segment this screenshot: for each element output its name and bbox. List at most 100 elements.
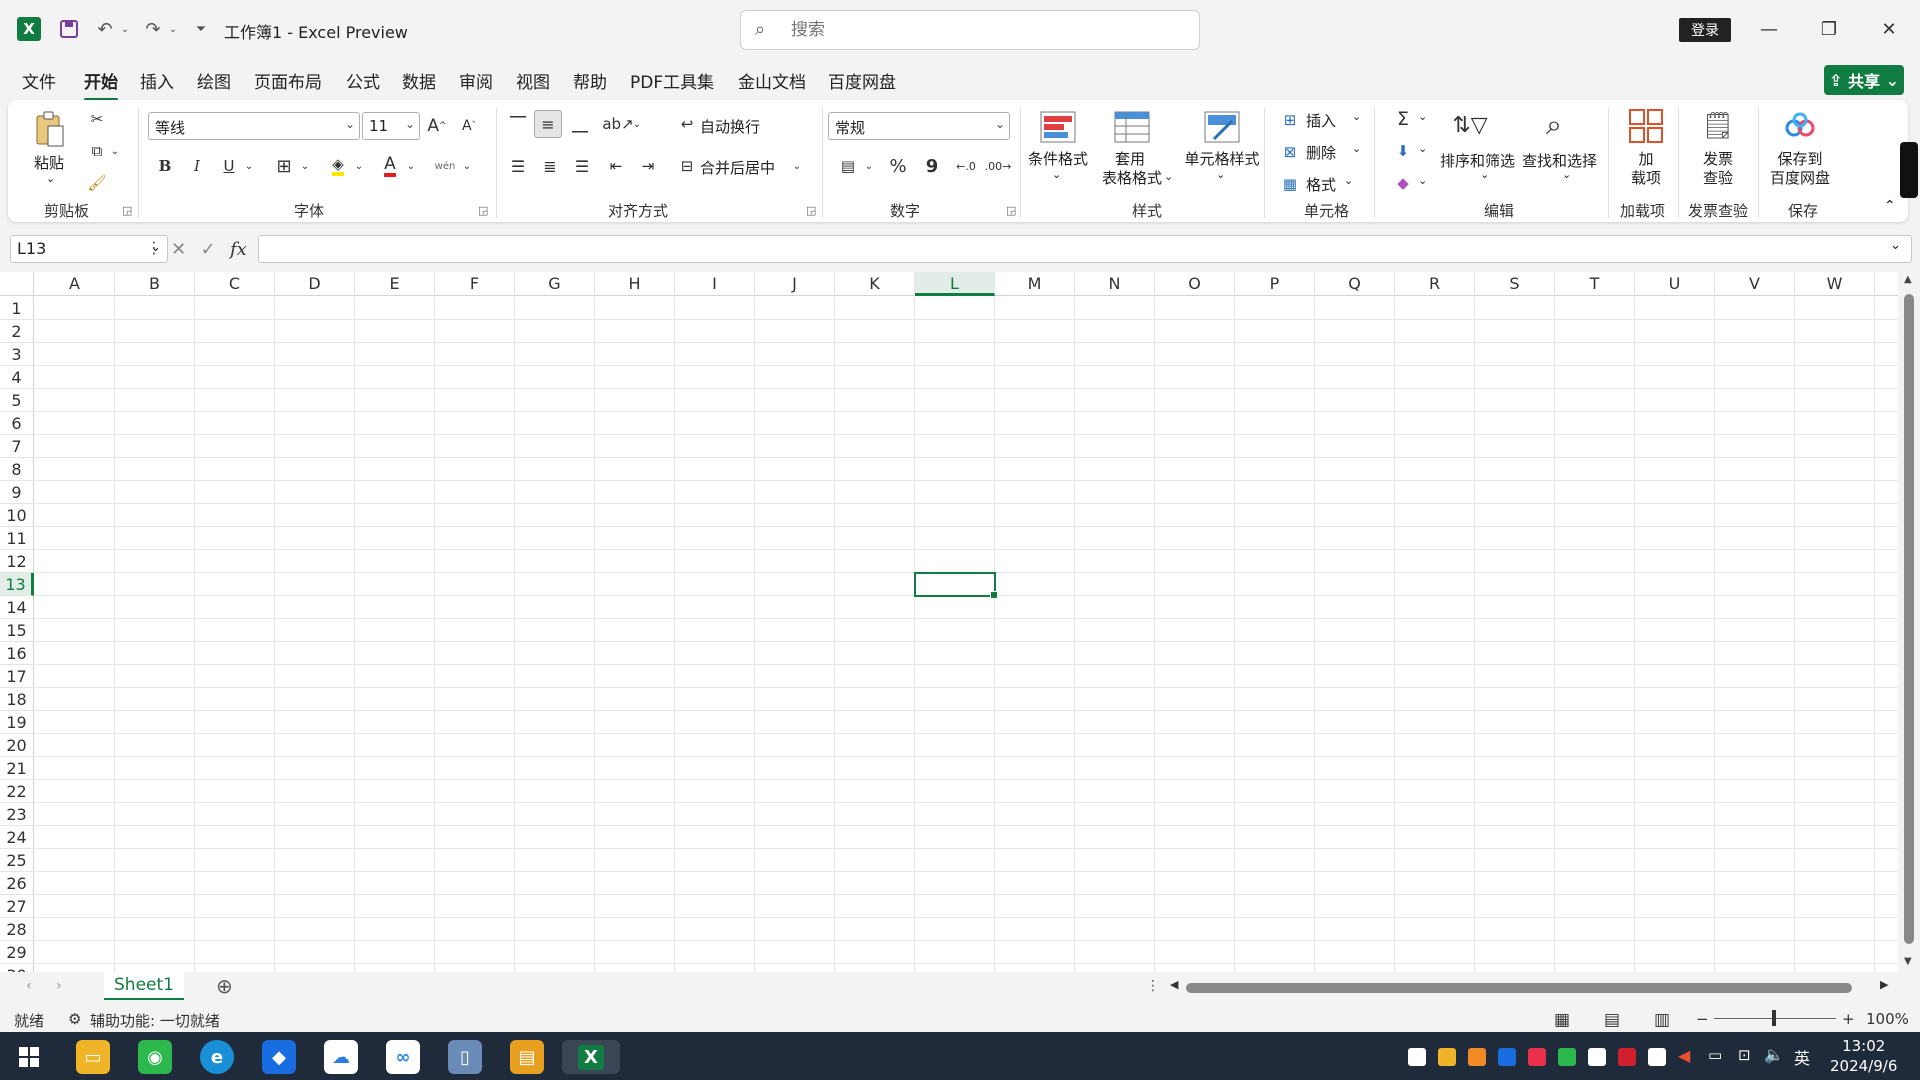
tab-insert[interactable]: 插入 bbox=[140, 68, 174, 93]
underline-dropdown-icon[interactable]: ⌄ bbox=[242, 152, 256, 180]
column-header[interactable]: E bbox=[355, 272, 435, 296]
tab-draw[interactable]: 绘图 bbox=[197, 68, 231, 93]
tab-review[interactable]: 审阅 bbox=[459, 68, 493, 93]
font-color-icon[interactable]: A bbox=[376, 152, 404, 180]
battery-icon[interactable]: ▭ bbox=[1708, 1046, 1722, 1064]
addins-label-2[interactable]: 载项 bbox=[1620, 169, 1672, 188]
chevron-down-icon[interactable]: ⌄ bbox=[1164, 170, 1173, 183]
tray-pdf-icon[interactable] bbox=[1618, 1048, 1636, 1066]
font-name-select[interactable]: 等线 ⌄ bbox=[148, 112, 360, 140]
column-header[interactable]: W bbox=[1795, 272, 1875, 296]
column-header[interactable]: B bbox=[115, 272, 195, 296]
close-icon[interactable]: ✕ bbox=[1866, 10, 1912, 48]
cut-icon[interactable]: ✂ bbox=[84, 106, 110, 132]
tab-help[interactable]: 帮助 bbox=[573, 68, 607, 93]
orientation-dropdown-icon[interactable]: ⌄ bbox=[630, 110, 644, 138]
align-left-icon[interactable]: ☰ bbox=[504, 152, 532, 180]
row-header[interactable]: 11 bbox=[0, 527, 34, 550]
tray-shield-icon[interactable] bbox=[1468, 1048, 1486, 1066]
accounting-dropdown-icon[interactable]: ⌄ bbox=[862, 152, 876, 180]
copy-icon[interactable]: ⧉ bbox=[84, 138, 110, 164]
accessibility-status[interactable]: 辅助功能: 一切就绪 bbox=[90, 1010, 220, 1031]
cells-area[interactable] bbox=[35, 297, 1898, 972]
login-button[interactable]: 登录 bbox=[1679, 18, 1731, 42]
row-header[interactable]: 25 bbox=[0, 849, 34, 872]
collapse-ribbon-icon[interactable]: ⌃ bbox=[1884, 198, 1896, 214]
insert-cells-icon[interactable]: ⊞ bbox=[1278, 108, 1302, 132]
horizontal-scroll-thumb[interactable] bbox=[1186, 983, 1852, 993]
share-button[interactable]: ⇪ 共享 ⌄ bbox=[1824, 65, 1904, 95]
orientation-icon[interactable]: ab↗ bbox=[602, 110, 633, 138]
scroll-up-icon[interactable]: ▲ bbox=[1904, 274, 1912, 285]
tab-formulas[interactable]: 公式 bbox=[346, 68, 380, 93]
column-header[interactable]: T bbox=[1555, 272, 1635, 296]
wechat-icon[interactable]: ◉ bbox=[138, 1040, 172, 1074]
format-cells-icon[interactable]: ▦ bbox=[1278, 172, 1302, 196]
tab-view[interactable]: 视图 bbox=[516, 68, 550, 93]
file-explorer-icon[interactable]: ▭ bbox=[76, 1040, 110, 1074]
row-header[interactable]: 19 bbox=[0, 711, 34, 734]
side-panel-handle[interactable] bbox=[1900, 142, 1918, 198]
tab-page-layout[interactable]: 页面布局 bbox=[254, 68, 322, 93]
tab-baidu-netdisk[interactable]: 百度网盘 bbox=[828, 68, 896, 93]
app-cube-icon[interactable]: ◆ bbox=[262, 1040, 296, 1074]
row-header[interactable]: 8 bbox=[0, 458, 34, 481]
underline-button[interactable]: U bbox=[216, 152, 242, 180]
baidu-netdisk-icon[interactable] bbox=[1780, 106, 1820, 146]
volume-icon[interactable]: 🔈 bbox=[1764, 1045, 1784, 1064]
chevron-down-icon[interactable]: ⌄ bbox=[1052, 168, 1061, 181]
row-header[interactable]: 6 bbox=[0, 412, 34, 435]
accessibility-icon[interactable]: ⚙ bbox=[68, 1010, 81, 1028]
decrease-decimal-icon[interactable]: .00→ bbox=[984, 152, 1012, 180]
copy-dropdown-icon[interactable]: ⌄ bbox=[108, 138, 122, 164]
redo-dropdown-icon[interactable]: ⌄ bbox=[160, 16, 186, 42]
delete-cells-button[interactable]: 删除 bbox=[1306, 142, 1336, 163]
tab-pdf-tools[interactable]: PDF工具集 bbox=[630, 68, 714, 93]
invoice-label-2[interactable]: 查验 bbox=[1692, 169, 1744, 188]
windows-start-icon[interactable] bbox=[12, 1040, 46, 1074]
align-right-icon[interactable]: ☰ bbox=[568, 152, 596, 180]
row-header[interactable]: 28 bbox=[0, 918, 34, 941]
tab-data[interactable]: 数据 bbox=[402, 68, 436, 93]
increase-decimal-icon[interactable]: ←.0 bbox=[952, 152, 980, 180]
column-header[interactable]: L bbox=[915, 272, 995, 296]
alignment-launcher-icon[interactable]: ◲ bbox=[806, 204, 816, 217]
column-header[interactable]: A bbox=[35, 272, 115, 296]
ime-indicator[interactable]: 英 bbox=[1794, 1045, 1810, 1069]
row-header[interactable]: 10 bbox=[0, 504, 34, 527]
format-painter-icon[interactable]: 🖌 bbox=[84, 170, 110, 196]
save-icon[interactable] bbox=[56, 16, 82, 42]
sheet-tab[interactable]: Sheet1 bbox=[104, 972, 184, 1000]
tray-baidu-icon[interactable] bbox=[1648, 1048, 1666, 1066]
customize-toolbar-icon[interactable]: ⏷ bbox=[188, 16, 214, 42]
insert-cells-button[interactable]: 插入 bbox=[1306, 110, 1336, 131]
zoom-slider-thumb[interactable] bbox=[1772, 1010, 1776, 1026]
find-select-label[interactable]: 查找和选择 bbox=[1522, 150, 1597, 171]
clipboard-launcher-icon[interactable]: ◲ bbox=[122, 204, 132, 217]
tray-cube-icon[interactable] bbox=[1498, 1048, 1516, 1066]
comma-style-button[interactable]: 9 bbox=[920, 152, 944, 180]
cell-styles-label[interactable]: 单元格样式 bbox=[1176, 150, 1268, 169]
clear-icon[interactable]: ◆ bbox=[1390, 170, 1416, 196]
chevron-down-icon[interactable]: ⌄ bbox=[1562, 168, 1571, 181]
chevron-down-icon[interactable]: ⌄ bbox=[1344, 174, 1353, 187]
column-header[interactable]: K bbox=[835, 272, 915, 296]
fill-color-dropdown-icon[interactable]: ⌄ bbox=[352, 152, 366, 180]
minimize-icon[interactable]: — bbox=[1746, 10, 1792, 48]
row-header[interactable]: 5 bbox=[0, 389, 34, 412]
row-header[interactable]: 7 bbox=[0, 435, 34, 458]
enter-icon[interactable]: ✓ bbox=[201, 239, 216, 260]
vertical-scroll-thumb[interactable] bbox=[1904, 294, 1914, 944]
tray-app-icon[interactable] bbox=[1408, 1048, 1426, 1066]
row-header[interactable]: 23 bbox=[0, 803, 34, 826]
align-middle-icon[interactable]: ≡ bbox=[534, 110, 562, 138]
cancel-icon[interactable]: ✕ bbox=[171, 239, 186, 260]
tray-folder-icon[interactable] bbox=[1438, 1048, 1456, 1066]
wrap-text-button[interactable]: 自动换行 bbox=[700, 116, 760, 137]
expand-formula-icon[interactable]: ⌄ bbox=[1890, 238, 1901, 253]
network-icon[interactable]: ⊡ bbox=[1738, 1046, 1751, 1064]
column-header[interactable]: I bbox=[675, 272, 755, 296]
chevron-down-icon[interactable]: ⌄ bbox=[1480, 168, 1489, 181]
percent-style-button[interactable]: % bbox=[884, 152, 912, 180]
sort-filter-label[interactable]: 排序和筛选 bbox=[1440, 150, 1515, 171]
